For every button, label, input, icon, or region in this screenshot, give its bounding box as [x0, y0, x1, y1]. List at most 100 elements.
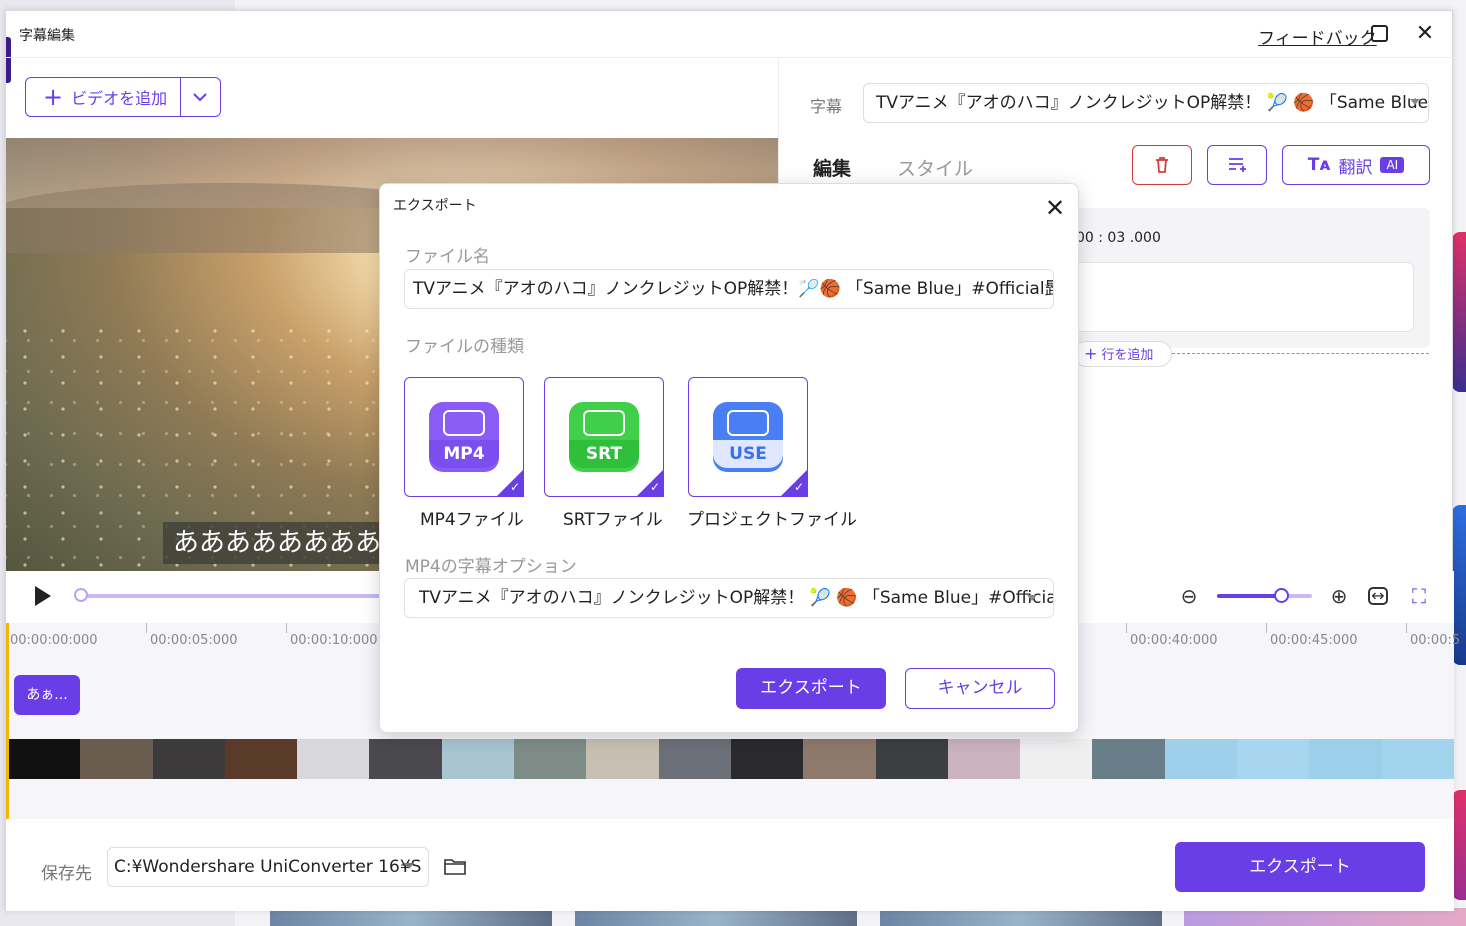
zoom-in-icon[interactable]: ⊕: [1328, 585, 1350, 607]
save-path-select[interactable]: C:¥Wondershare UniConverter 16¥S: [107, 847, 429, 887]
progress-bar[interactable]: [74, 588, 388, 602]
subtitle-select-value: TVアニメ『アオのハコ』ノンクレジットOP解禁！ 🎾 🏀 「Same Blue」…: [876, 93, 1429, 113]
save-location-label: 保存先: [41, 864, 92, 884]
trash-icon: [1156, 157, 1168, 173]
add-video-button[interactable]: + ビデオを追加: [25, 77, 221, 117]
maximize-icon[interactable]: [1371, 25, 1388, 42]
tick-mark: [1406, 623, 1407, 633]
export-button[interactable]: エクスポート: [1175, 842, 1425, 892]
film-frame: [1381, 739, 1454, 779]
window-accent-mark: [6, 37, 11, 83]
subtitle-text-field[interactable]: [1074, 262, 1414, 332]
subtitle-option-value: TVアニメ『アオのハコ』ノンクレジットOP解禁！ 🎾 🏀 「Same Blue」…: [419, 588, 1054, 608]
tab-style[interactable]: スタイル: [897, 154, 973, 181]
timeline-tick: 00:00:05:000: [150, 633, 238, 648]
filetype-srt-label: SRTファイル: [563, 510, 663, 530]
playhead[interactable]: [6, 623, 9, 819]
check-icon: ✓: [793, 480, 804, 494]
film-frame: [80, 739, 153, 779]
button-separator: [180, 78, 181, 116]
film-frame: [8, 739, 81, 779]
film-frame: [586, 739, 659, 779]
srt-icon: SRT: [569, 402, 639, 472]
delete-button[interactable]: [1132, 145, 1192, 185]
translate-label: 翻訳: [1338, 157, 1373, 178]
export-dialog: エクスポート ✕ ファイル名 TVアニメ『アオのハコ』ノンクレジットOP解禁！🏸…: [379, 183, 1079, 733]
timeline-tick: 00:00:10:000: [290, 633, 378, 648]
option-label: MP4の字幕オプション: [405, 557, 577, 577]
subtitle-entry: 00 : 03 .000: [1046, 208, 1430, 348]
dialog-export-button[interactable]: エクスポート: [736, 668, 886, 709]
mp4-logo-text: MP4: [429, 440, 499, 468]
check-icon: ✓: [509, 480, 520, 494]
subtitle-option-select[interactable]: TVアニメ『アオのハコ』ノンクレジットOP解禁！ 🎾 🏀 「Same Blue」…: [404, 578, 1054, 618]
dropdown-arrow-icon: [404, 863, 414, 869]
film-frame: [369, 739, 442, 779]
tick-mark: [1266, 623, 1267, 633]
zoom-knob[interactable]: [1274, 588, 1289, 603]
project-icon: [727, 410, 769, 436]
film-frame: [224, 739, 298, 779]
film-frame: [297, 739, 370, 779]
image-settings-icon[interactable]: ⛶: [1408, 585, 1430, 607]
tab-edit[interactable]: 編集: [813, 154, 851, 188]
add-subtitle-button[interactable]: [1207, 145, 1267, 185]
filetype-srt[interactable]: SRT ✓: [544, 377, 664, 497]
video-filmstrip[interactable]: [8, 739, 1454, 779]
folder-icon[interactable]: [444, 857, 466, 875]
close-icon[interactable]: ✕: [1414, 23, 1436, 45]
subtitle-label: 字幕: [810, 97, 843, 116]
zoom-out-icon[interactable]: ⊖: [1178, 585, 1200, 607]
use-icon: USE: [713, 402, 783, 472]
row-divider: [1172, 353, 1429, 354]
filetype-project-label: プロジェクトファイル: [687, 510, 857, 530]
feedback-link[interactable]: フィードバック: [1258, 24, 1377, 49]
dialog-cancel-button[interactable]: キャンセル: [905, 668, 1055, 709]
add-row-button[interactable]: + 行を追加: [1073, 341, 1172, 367]
translate-button[interactable]: Tᴀ 翻訳 AI: [1282, 145, 1430, 185]
background-side-thumb: [1452, 790, 1466, 900]
play-icon[interactable]: [35, 586, 51, 606]
check-icon: ✓: [649, 480, 660, 494]
subtitle-time[interactable]: 00 : 03 .000: [1076, 230, 1161, 246]
film-frame: [947, 739, 1021, 779]
fit-width-icon[interactable]: ↔: [1368, 587, 1388, 605]
dialog-close-icon[interactable]: ✕: [1043, 196, 1067, 220]
zoom-slider[interactable]: [1217, 588, 1312, 603]
plus-icon: +: [1084, 344, 1098, 363]
film-frame: [803, 739, 876, 779]
dropdown-arrow-icon: [1410, 99, 1420, 105]
film-frame: [730, 739, 804, 779]
dropdown-arrow-icon: [1027, 595, 1037, 601]
filetype-label: ファイルの種類: [405, 337, 524, 357]
use-logo-text: USE: [713, 440, 783, 468]
filetype-mp4[interactable]: MP4 ✓: [404, 377, 524, 497]
film-frame: [1309, 739, 1382, 779]
film-icon: [443, 410, 485, 436]
subtitle-select[interactable]: TVアニメ『アオのハコ』ノンクレジットOP解禁！ 🎾 🏀 「Same Blue」…: [863, 83, 1429, 123]
timeline-tick: 00:00:5: [1410, 633, 1461, 648]
save-path-value: C:¥Wondershare UniConverter 16¥S: [114, 857, 422, 877]
tick-mark: [286, 623, 287, 633]
filename-input[interactable]: TVアニメ『アオのハコ』ノンクレジットOP解禁！🏸🏀 「Same Blue」#O…: [404, 269, 1054, 309]
mp4-icon: MP4: [429, 402, 499, 472]
add-row-label: 行を追加: [1101, 348, 1154, 363]
background-side-thumb: [1452, 232, 1466, 392]
add-video-label: ビデオを追加: [71, 89, 168, 108]
timeline-tick: 00:00:45:000: [1270, 633, 1358, 648]
subtitle-clip[interactable]: あぁ...: [14, 675, 80, 715]
header-divider: [6, 57, 1454, 58]
film-frame: [1092, 739, 1165, 779]
timeline-tick: 00:00:40:000: [1130, 633, 1218, 648]
chevron-down-icon[interactable]: [190, 87, 210, 107]
filetype-project[interactable]: USE ✓: [688, 377, 808, 497]
film-frame: [152, 739, 225, 779]
film-frame: [1164, 739, 1238, 779]
timeline-tick: 00:00:00:000: [10, 633, 98, 648]
film-frame: [1237, 739, 1310, 779]
translate-icon: Tᴀ: [1307, 155, 1331, 175]
progress-knob[interactable]: [74, 588, 88, 602]
plus-icon: +: [43, 83, 64, 111]
zoom-fill: [1217, 594, 1281, 598]
film-frame: [875, 739, 948, 779]
